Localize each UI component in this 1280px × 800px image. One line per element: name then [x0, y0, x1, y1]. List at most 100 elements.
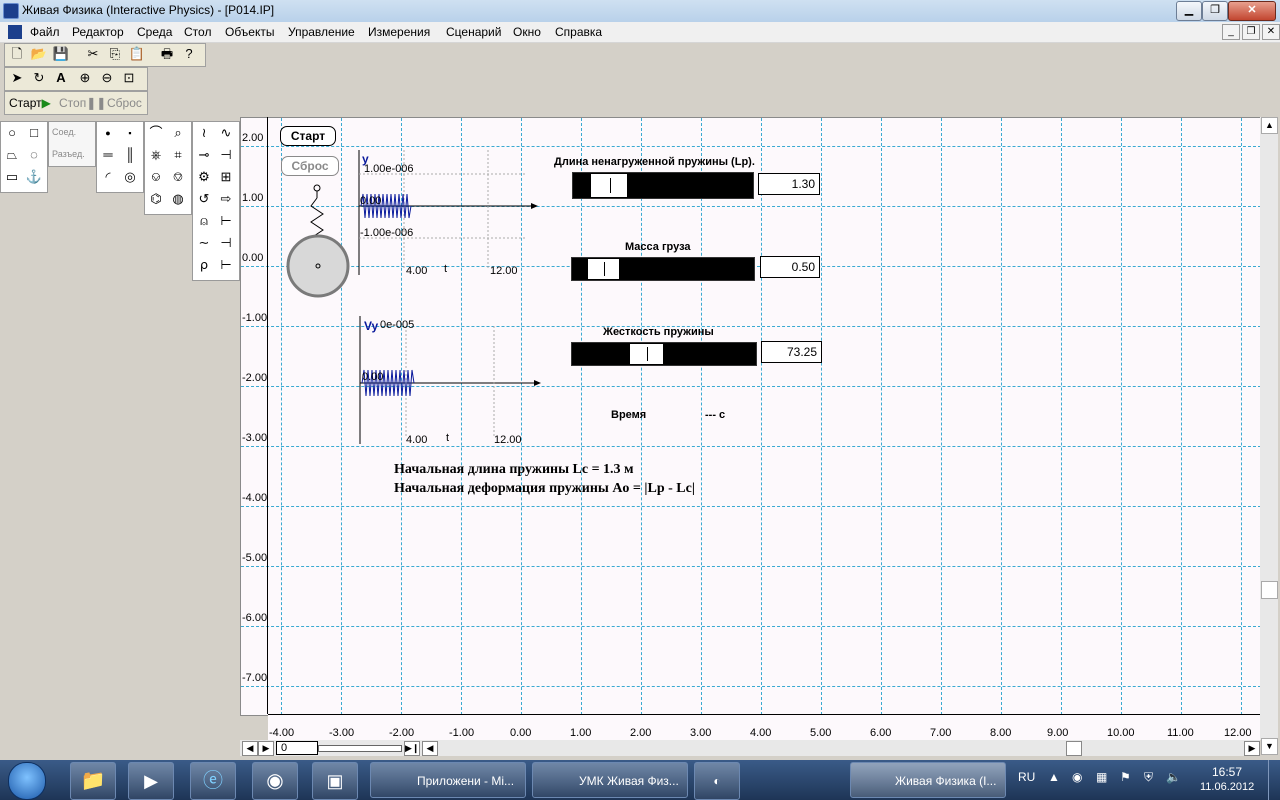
damper-tool-2-icon[interactable]: ⊣ [215, 144, 237, 166]
rod-icon[interactable]: ⊢ [215, 210, 237, 232]
meter-tool-5-icon[interactable]: ⎉ [145, 166, 167, 188]
slider-mass-thumb[interactable] [587, 258, 620, 280]
zoom-in-icon[interactable]: ⊕ [75, 68, 95, 88]
menu-file[interactable]: Файл [30, 25, 60, 39]
task-word-document[interactable]: Приложени - Mi... [370, 762, 526, 798]
document-icon[interactable] [8, 25, 22, 39]
curve-tool-icon[interactable]: ◌ [23, 144, 45, 166]
arrow-cursor-icon[interactable]: ➤ [7, 68, 27, 88]
spring-wave-icon[interactable]: ∿ [215, 122, 237, 144]
volume-icon[interactable]: 🔈 [1166, 770, 1181, 784]
print-icon[interactable]: 🖶 [157, 44, 177, 64]
start-control[interactable]: Старт▶ [9, 96, 51, 110]
help-icon[interactable]: ? [179, 44, 199, 64]
graph-y-position[interactable]: y 1.00e-006 0.00 -1.00e-006 4.00 t 12.00 [356, 150, 546, 280]
meter-tool-7-icon[interactable]: ⌬ [145, 188, 167, 210]
meter-tool-icon[interactable]: ⌒ [145, 122, 167, 144]
meter-tool-3-icon[interactable]: ⎈ [145, 144, 167, 166]
slider-spring-length[interactable] [572, 172, 754, 199]
menu-objects[interactable]: Объекты [225, 25, 275, 39]
circular-slot-icon[interactable]: ◎ [119, 166, 141, 188]
menu-table[interactable]: Стол [184, 25, 211, 39]
curved-slot-icon[interactable]: ◜ [97, 166, 119, 188]
cut-icon[interactable]: ✂ [83, 44, 103, 64]
pulley-icon[interactable]: ⊞ [215, 166, 237, 188]
task-interactive-physics[interactable]: Живая Физика (I... [850, 762, 1006, 798]
tray-expand-icon[interactable]: ▲ [1048, 770, 1060, 784]
horizontal-slot-icon[interactable]: ═ [97, 144, 119, 166]
scroll-up-arrow[interactable]: ▲ [1261, 117, 1278, 134]
slider-stiffness-thumb[interactable] [629, 343, 664, 365]
paste-icon[interactable]: 📋 [127, 44, 147, 64]
frame-slider[interactable] [318, 745, 402, 752]
scene-start-button[interactable]: Старт [280, 126, 336, 146]
mdi-close-button[interactable]: ✕ [1262, 24, 1280, 40]
meter-tool-8-icon[interactable]: ◍ [167, 188, 189, 210]
clock-date[interactable]: 11.06.2012 [1200, 781, 1254, 793]
start-orb-icon[interactable] [8, 762, 46, 800]
menu-window[interactable]: Окно [513, 25, 541, 39]
stop-control[interactable]: Стоп❚❚ [59, 96, 106, 110]
mdi-restore-button[interactable]: ❐ [1242, 24, 1260, 40]
spring-mass-system[interactable] [280, 180, 360, 305]
copy-icon[interactable]: ⎘ [105, 44, 125, 64]
slider-spring-length-thumb[interactable] [590, 173, 628, 198]
explorer-icon[interactable]: 📁 [70, 762, 116, 800]
square-tool-icon[interactable]: ▭ [1, 166, 23, 188]
scroll-down-arrow[interactable]: ▼ [1261, 738, 1278, 755]
menu-measure[interactable]: Измерения [368, 25, 430, 39]
separator-icon[interactable]: ⊣ [215, 232, 237, 254]
zoom-out-icon[interactable]: ⊖ [97, 68, 117, 88]
force-arrow-icon[interactable]: ⇨ [215, 188, 237, 210]
maximize-button[interactable]: ❐ [1202, 1, 1228, 21]
circle-tool-icon[interactable]: ○ [1, 122, 23, 144]
clock-time[interactable]: 16:57 [1212, 765, 1242, 779]
rope-icon[interactable]: ∼ [193, 232, 215, 254]
gear-icon[interactable]: ⚙ [193, 166, 215, 188]
pin-icon[interactable]: ⍴ [193, 254, 215, 276]
vertical-scroll-thumb[interactable] [1261, 581, 1278, 599]
app-icon-taskbar[interactable]: ▣ [312, 762, 358, 800]
rotate-icon[interactable]: ↻ [29, 68, 49, 88]
graph-vy-velocity[interactable]: Vy 0e-005 0.00 4.00 t 12.00 [356, 316, 546, 448]
anchor-tool-icon[interactable]: ⚓ [23, 166, 45, 188]
media-player-icon[interactable]: ▶ [128, 762, 174, 800]
menu-control[interactable]: Управление [288, 25, 355, 39]
task-physics-icon[interactable]: ◐ [694, 762, 740, 800]
line-tool-icon[interactable]: ⊢ [215, 254, 237, 276]
tray-security-icon[interactable]: ⛨ [1144, 770, 1153, 785]
show-desktop-button[interactable] [1268, 760, 1280, 800]
damper-tool-icon[interactable]: ⊸ [193, 144, 215, 166]
open-folder-icon[interactable]: 📂 [29, 44, 49, 64]
menu-script[interactable]: Сценарий [446, 25, 501, 39]
vertical-slot-icon[interactable]: ║ [119, 144, 141, 166]
vertical-scrollbar[interactable]: ▲ ▼ [1260, 117, 1278, 755]
polygon-tool-icon[interactable]: ⏢ [1, 144, 23, 166]
actuator-icon[interactable]: ⍝ [193, 210, 215, 232]
save-icon[interactable]: 💾 [51, 44, 71, 64]
scene-reset-button[interactable]: Сброс [281, 156, 339, 176]
mdi-minimize-button[interactable]: _ [1222, 24, 1240, 40]
reset-control[interactable]: Сброс [107, 96, 142, 110]
slider-stiffness[interactable] [571, 342, 757, 366]
tray-flag-icon[interactable]: ⚑ [1120, 770, 1131, 784]
frame-back-button[interactable]: ◀ [242, 741, 258, 756]
rotation-motor-icon[interactable]: ↺ [193, 188, 215, 210]
internet-explorer-icon[interactable]: ⓔ [190, 762, 236, 800]
scroll-left-arrow[interactable]: ◀ [422, 741, 438, 756]
chrome-icon[interactable]: ◉ [252, 762, 298, 800]
menu-editor[interactable]: Редактор [72, 25, 124, 39]
spring-tool-icon[interactable]: ≀ [193, 122, 215, 144]
disconnect-label[interactable]: Разъед. [52, 149, 85, 159]
menu-help[interactable]: Справка [555, 25, 602, 39]
new-file-icon[interactable]: 🗋 [7, 44, 27, 64]
square-point-tool-icon[interactable]: ▪ [119, 122, 141, 144]
frame-counter-field[interactable]: 0 [276, 741, 318, 755]
menu-environment[interactable]: Среда [137, 25, 172, 39]
zoom-fit-icon[interactable]: ⊡ [119, 68, 139, 88]
text-tool-icon[interactable]: A [51, 68, 71, 88]
slider-mass[interactable] [571, 257, 755, 281]
horizontal-scroll-thumb[interactable] [1066, 741, 1082, 756]
tray-app-icon[interactable]: ◉ [1072, 770, 1082, 784]
frame-end-button[interactable]: ▶❙ [404, 741, 420, 756]
